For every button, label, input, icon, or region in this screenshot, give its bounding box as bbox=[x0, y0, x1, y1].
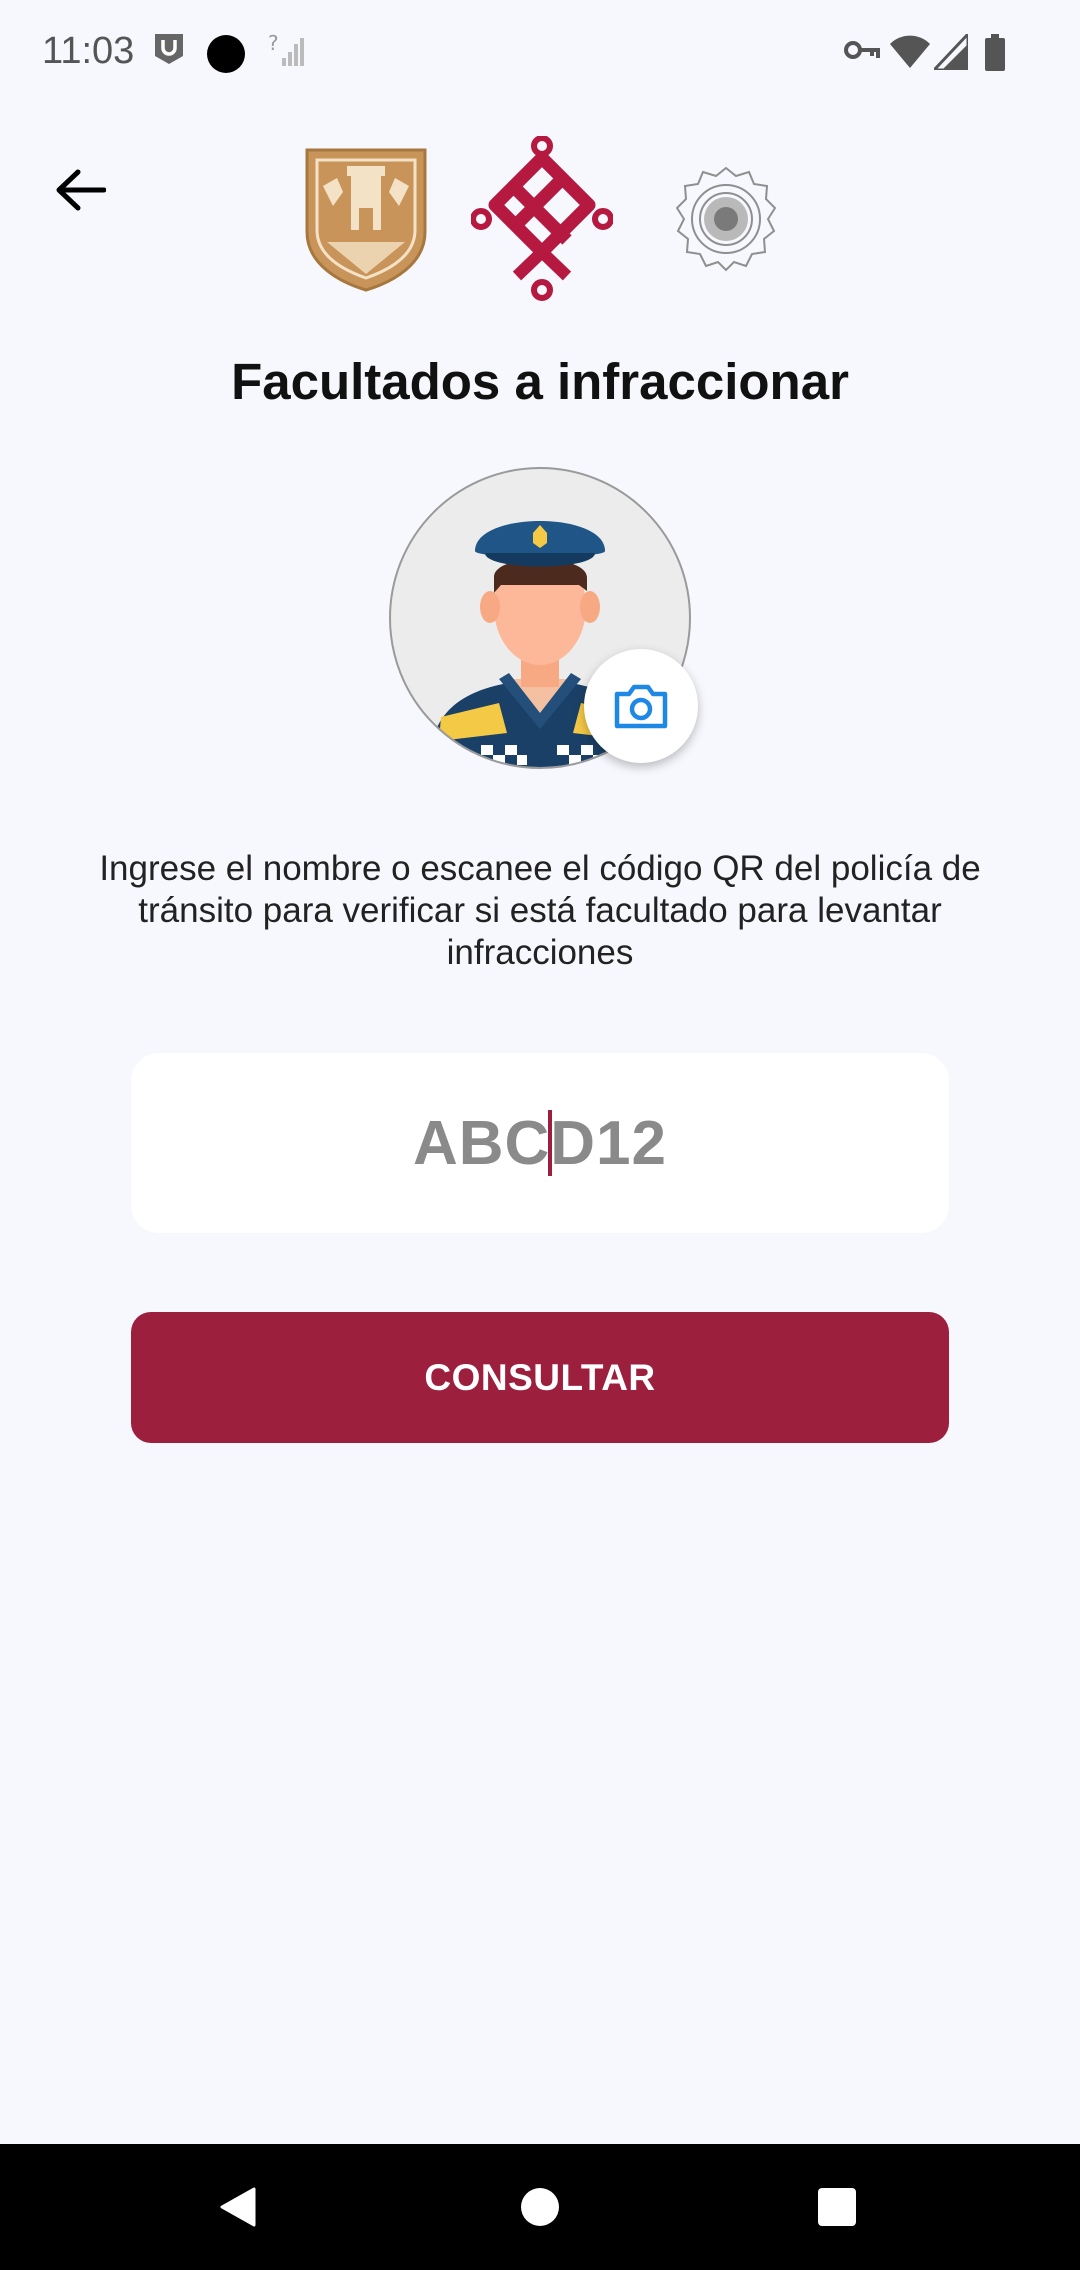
back-triangle-icon bbox=[220, 2187, 256, 2227]
vpn-key-icon bbox=[844, 41, 880, 59]
recents-square-icon bbox=[818, 2188, 856, 2226]
input-text-before-caret: ABC bbox=[412, 1108, 551, 1178]
consultar-button[interactable]: CONSULTAR bbox=[131, 1312, 949, 1443]
notification-icon bbox=[155, 34, 183, 64]
instructions-text: Ingrese el nombre o escanee el código QR… bbox=[99, 849, 981, 972]
system-nav-bar bbox=[0, 2144, 1080, 2270]
wifi-icon bbox=[890, 35, 930, 68]
camera-button[interactable] bbox=[584, 649, 698, 763]
nav-back-button[interactable] bbox=[175, 2144, 301, 2270]
police-badge-logo bbox=[676, 166, 776, 272]
dot-icon bbox=[207, 35, 245, 73]
camera-icon bbox=[614, 684, 668, 729]
status-time: 11:03 bbox=[42, 30, 135, 72]
back-button[interactable] bbox=[40, 150, 120, 230]
nav-recents-button[interactable] bbox=[774, 2144, 900, 2270]
arrow-left-icon bbox=[56, 169, 106, 211]
officer-code-input[interactable]: ABC D12 bbox=[131, 1053, 949, 1233]
battery-icon bbox=[985, 34, 1005, 71]
home-circle-icon bbox=[521, 2188, 559, 2226]
no-signal-icon: ? bbox=[268, 31, 304, 66]
nav-home-button[interactable] bbox=[477, 2144, 603, 2270]
status-bar: 11:03 ? bbox=[0, 0, 1080, 110]
page-title: Facultados a infraccionar bbox=[231, 353, 849, 410]
cdmx-shield-logo bbox=[305, 148, 427, 292]
input-text-after-caret: D12 bbox=[550, 1108, 668, 1178]
cdmx-emblem-logo bbox=[471, 136, 613, 301]
svg-text:?: ? bbox=[268, 31, 279, 55]
signal-icon bbox=[934, 34, 968, 70]
